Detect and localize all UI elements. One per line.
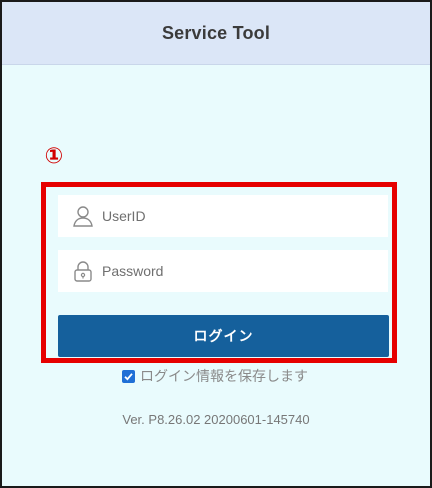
password-field[interactable]: Password	[58, 250, 388, 292]
userid-field[interactable]: UserID	[58, 195, 388, 237]
password-placeholder: Password	[102, 263, 164, 279]
version-text: Ver. P8.26.02 20200601-145740	[122, 412, 310, 427]
user-icon	[70, 203, 96, 229]
app-title: Service Tool	[161, 22, 271, 43]
remember-login-option[interactable]: ログイン情報を保存します	[122, 366, 308, 386]
lock-icon	[70, 258, 96, 284]
login-button[interactable]: ログイン	[58, 315, 389, 357]
remember-label: ログイン情報を保存します	[140, 368, 308, 384]
userid-placeholder: UserID	[102, 208, 146, 224]
annotation-marker: ①	[44, 143, 64, 169]
title-bar: Service Tool	[2, 2, 430, 65]
app-window: Service Tool ① UserID Password ログイン ログイン…	[0, 0, 432, 488]
remember-checkbox[interactable]	[122, 369, 135, 383]
